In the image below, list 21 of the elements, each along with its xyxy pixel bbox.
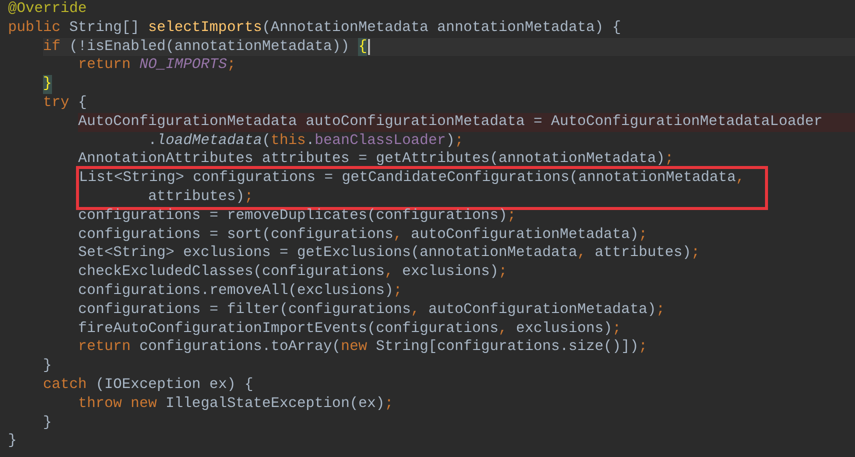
code-line: } (43, 357, 53, 376)
code-line: checkExcludedClasses(configurations, exclusions); (78, 263, 508, 282)
code-line: fireAutoConfigurationImportEvents(configurations, exclusions); (78, 320, 622, 338)
code-line: return configurations.toArray(new String[configurations.size()]); (78, 338, 648, 358)
code-line: try { (43, 94, 88, 113)
code-line: configurations.removeAll(exclusions); (78, 282, 404, 301)
code-line: public String[] selectImports(AnnotationMetadata annotationMetadata) { (8, 18, 622, 38)
code-line: catch (IOException ex) { (43, 376, 254, 395)
code-line: AnnotationAttributes attributes = getAttributes(annotationMetadata); (78, 150, 675, 170)
code-line: configurations = sort(configurations, autoConfigurationMetadata); (78, 226, 648, 244)
code-line: Set<String> exclusions = getExclusions(annotationMetadata, attributes); (78, 244, 701, 264)
code-line: return NO_IMPORTS; (78, 56, 237, 76)
code-line: } (8, 432, 18, 452)
code-line: @Override (8, 0, 88, 19)
code-line: List<String> configurations = getCandidateConfigurations(annotationMetadata, (79, 169, 746, 188)
code-line: attributes); (148, 188, 254, 207)
code-line: .loadMetadata(this.beanClassLoader); (148, 132, 464, 150)
code-line: throw new IllegalStateException(ex); (78, 394, 394, 414)
code-line: configurations = removeDuplicates(configurations); (78, 206, 517, 226)
code-line: configurations = filter(configurations, autoConfigurationMetadata); (78, 300, 666, 320)
code-line: } (43, 414, 53, 432)
